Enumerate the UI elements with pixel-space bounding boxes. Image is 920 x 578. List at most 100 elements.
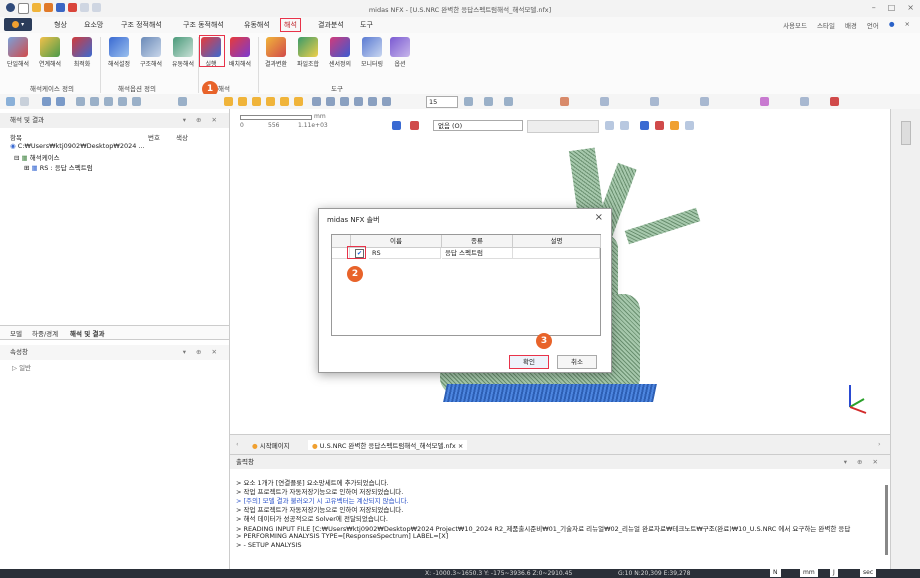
close-icon[interactable]: × xyxy=(595,212,603,223)
language-menu[interactable]: 언어 xyxy=(867,20,879,30)
fit-icon[interactable] xyxy=(104,97,113,106)
force-unit-select[interactable]: N xyxy=(770,569,781,577)
view-right-icon[interactable] xyxy=(294,97,303,106)
tab-analysis-results[interactable]: 해석 및 결과 xyxy=(70,328,104,338)
menu-geometry[interactable]: 형상 xyxy=(54,20,67,30)
menu-tools[interactable]: 도구 xyxy=(360,20,373,30)
tree-case-item[interactable]: ⊞ ▦ RS : 응답 스펙트럼 xyxy=(24,162,93,172)
view-bottom-icon[interactable] xyxy=(266,97,275,106)
close-icon[interactable]: × xyxy=(905,20,910,30)
rotate-icon[interactable] xyxy=(76,97,85,106)
select-icon[interactable] xyxy=(6,97,15,106)
grid-icon[interactable] xyxy=(178,97,187,106)
menu-analysis[interactable]: 해석 xyxy=(280,18,301,32)
arrow-up-icon[interactable] xyxy=(340,97,349,106)
properties-general[interactable]: ▷ 일반 xyxy=(12,362,31,372)
panel-controls-icon[interactable]: ▾ ⊕ ✕ xyxy=(844,455,882,469)
display-icon[interactable] xyxy=(464,97,473,106)
maximize-icon[interactable]: □ xyxy=(888,3,896,12)
close-icon[interactable]: × xyxy=(907,3,914,12)
single-analysis-button[interactable]: 단일해석 xyxy=(2,36,34,68)
display-combo[interactable]: 없음 (O) xyxy=(433,120,523,131)
tab-model[interactable]: 모델 xyxy=(10,328,22,338)
secondary-combo[interactable] xyxy=(527,120,599,133)
tab-document[interactable]: ● U.S.NRC 완벽한 응답스펙트럼해석_해석모델.nfx × xyxy=(308,440,468,450)
add-icon[interactable] xyxy=(132,97,141,106)
app-menu-button[interactable]: ▾ xyxy=(4,18,32,31)
display-mode-icon[interactable] xyxy=(392,121,401,130)
arrow-right-icon[interactable] xyxy=(326,97,335,106)
refresh-icon[interactable] xyxy=(118,97,127,106)
analysis-settings-button[interactable]: 해석설정 xyxy=(103,36,135,68)
tool-icon[interactable] xyxy=(830,97,839,106)
menu-dynamic-analysis[interactable]: 구조 동적해석 xyxy=(183,20,224,30)
view-front-icon[interactable] xyxy=(224,97,233,106)
shade-icon[interactable] xyxy=(504,97,513,106)
close-icon[interactable]: × xyxy=(458,442,463,450)
arrow-diag-icon[interactable] xyxy=(368,97,377,106)
view-back-icon[interactable] xyxy=(238,97,247,106)
menu-cfd[interactable]: 유동해석 xyxy=(244,20,270,30)
pan-icon[interactable] xyxy=(90,97,99,106)
node-icon[interactable] xyxy=(700,97,709,106)
coupled-analysis-button[interactable]: 연계해석 xyxy=(34,36,66,68)
option2-icon[interactable] xyxy=(620,121,629,130)
flow-analysis-label: 유동해석 xyxy=(171,61,195,68)
style-menu[interactable]: 스타일 xyxy=(817,20,835,30)
panel-controls-icon[interactable]: ▾ ⊕ ✕ xyxy=(183,345,221,360)
structural-analysis-button[interactable]: 구조해석 xyxy=(135,36,167,68)
help-icon[interactable]: ● xyxy=(889,20,895,30)
zoom-window-icon[interactable] xyxy=(56,97,65,106)
angle-step-select[interactable]: 15 xyxy=(426,96,458,108)
minimize-icon[interactable]: – xyxy=(872,3,876,12)
title-bar: midas NFX - [U.S.NRC 완벽한 응답스펙트럼해석_해석모델.n… xyxy=(0,0,920,18)
contour-icon[interactable] xyxy=(410,121,419,130)
layer-icon[interactable] xyxy=(640,121,649,130)
table-icon[interactable] xyxy=(600,97,609,106)
sensor-define-button[interactable]: 센서정의 xyxy=(324,36,356,68)
arrow-left-icon[interactable] xyxy=(312,97,321,106)
view-top-icon[interactable] xyxy=(252,97,261,106)
panel-controls-icon[interactable]: ▾ ⊕ ✕ xyxy=(183,113,221,128)
menu-results[interactable]: 결과분석 xyxy=(318,20,344,30)
user-mode-menu[interactable]: 사용모드 xyxy=(783,20,807,30)
result-convert-button[interactable]: 결과변환 xyxy=(260,36,292,68)
render-icon[interactable] xyxy=(484,97,493,106)
tab-scroll-left-icon[interactable]: ‹ xyxy=(236,440,239,448)
length-unit-select[interactable]: mm xyxy=(800,569,818,577)
options-button[interactable]: 옵션 xyxy=(384,36,416,68)
ok-button[interactable]: 확인 xyxy=(509,355,549,369)
menu-mesh[interactable]: 요소망 xyxy=(84,20,103,30)
tree-root[interactable]: ◉ C:₩Users₩ktj0902₩Desktop₩2024 ... xyxy=(10,142,145,150)
clip-icon[interactable] xyxy=(655,121,664,130)
menu-static-analysis[interactable]: 구조 정적해석 xyxy=(121,20,162,30)
time-unit-select[interactable]: sec xyxy=(860,569,877,577)
light-icon[interactable] xyxy=(670,121,679,130)
energy-unit-select[interactable]: J xyxy=(830,569,838,577)
label-icon[interactable] xyxy=(800,97,809,106)
option-icon[interactable] xyxy=(605,121,614,130)
tab-scroll-right-icon[interactable]: › xyxy=(878,440,881,448)
hide-icon[interactable] xyxy=(560,97,569,106)
expand-icon[interactable]: ▷ xyxy=(12,364,17,372)
arrow-down-icon[interactable] xyxy=(354,97,363,106)
collapse-icon[interactable]: ⊟ xyxy=(14,154,19,162)
file-combine-button[interactable]: 파일조합 xyxy=(292,36,324,68)
tree-case-folder[interactable]: ⊟ ▦ 해석케이스 xyxy=(14,152,60,162)
measure-icon[interactable] xyxy=(650,97,659,106)
filter-icon[interactable] xyxy=(20,97,29,106)
tab-load-boundary[interactable]: 하중/경계 xyxy=(32,328,58,338)
view-left-icon[interactable] xyxy=(280,97,289,106)
zoom-icon[interactable] xyxy=(42,97,51,106)
color-icon[interactable] xyxy=(760,97,769,106)
batch-analysis-button[interactable]: 배치해석 xyxy=(224,36,256,68)
expand-icon[interactable]: ⊞ xyxy=(24,164,29,172)
snap-icon[interactable] xyxy=(685,121,694,130)
optimization-button[interactable]: 최적화 xyxy=(66,36,98,68)
background-menu[interactable]: 배경 xyxy=(845,20,857,30)
dock-tab-icon[interactable] xyxy=(901,121,911,145)
tab-start-page[interactable]: ● 시작페이지 xyxy=(252,440,290,450)
arrow-diag2-icon[interactable] xyxy=(382,97,391,106)
output-scrollbar[interactable] xyxy=(885,485,888,555)
cancel-button[interactable]: 취소 xyxy=(557,355,597,369)
